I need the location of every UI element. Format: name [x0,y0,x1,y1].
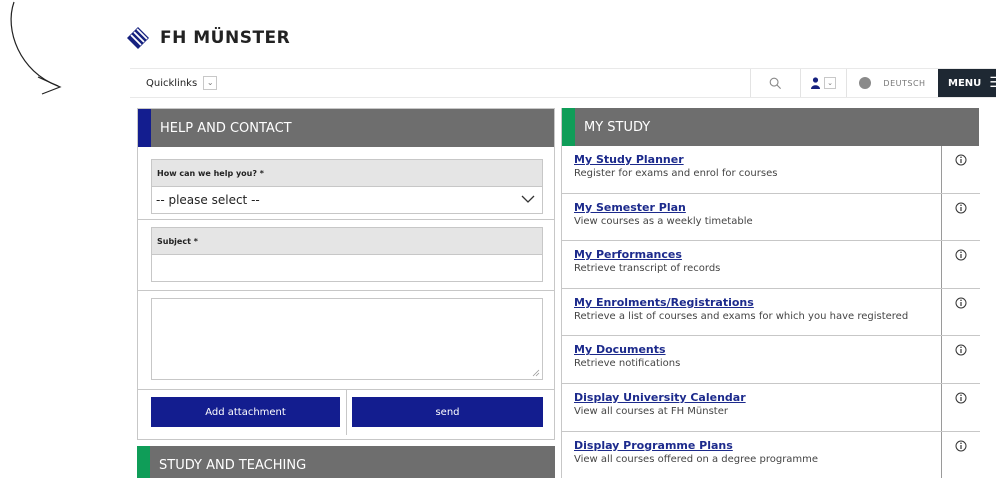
semester-plan-link[interactable]: My Semester Plan [574,201,936,214]
item-description: View courses as a weekly timetable [574,215,753,227]
item-description: Retrieve transcript of records [574,263,721,275]
message-textarea[interactable] [151,298,543,380]
list-item: My Study Planner Register for exams and … [562,146,980,194]
help-contact-panel: HELP AND CONTACT How can we help you? * … [137,108,555,440]
button-divider [346,389,347,435]
topic-select-value: -- please select -- [156,193,260,207]
arrow-doodle-icon [10,1,62,95]
item-description: Retrieve notifications [574,358,681,370]
documents-link[interactable]: My Documents [574,343,936,356]
panel-accent-bar [562,108,575,146]
chevron-down-icon: ⌄ [203,76,218,90]
panel-accent-bar [138,109,151,147]
list-item: My Documents Retrieve notifications [562,336,980,384]
top-navbar: Quicklinks ⌄ ⌄ DEUTSCH MENU ☰ [130,68,996,98]
list-item: My Performances Retrieve transcript of r… [562,241,980,289]
study-planner-link[interactable]: My Study Planner [574,153,936,166]
info-button[interactable] [941,383,980,431]
info-button[interactable] [941,146,980,193]
list-item: Display University Calendar View all cou… [562,383,980,432]
my-study-list: My Study Planner Register for exams and … [562,146,980,478]
add-attachment-button[interactable]: Add attachment [151,397,340,427]
info-button[interactable] [941,193,980,241]
user-menu-button[interactable]: ⌄ [800,69,846,97]
info-icon [955,249,967,261]
info-button[interactable] [941,241,980,288]
info-icon [955,202,967,214]
info-icon [955,297,967,309]
university-calendar-link[interactable]: Display University Calendar [574,391,936,404]
item-description: Retrieve a list of courses and exams for… [574,310,909,322]
info-button[interactable] [941,431,980,478]
navbar-actions: ⌄ DEUTSCH MENU ☰ [750,69,996,97]
brand-logo[interactable]: FH MÜNSTER [126,26,290,50]
hamburger-icon: ☰ [989,75,996,91]
chevron-down-icon [521,195,535,203]
quicklinks-dropdown[interactable]: Quicklinks ⌄ [146,69,218,97]
topic-label: How can we help you? * [151,159,543,187]
subject-input[interactable] [151,254,543,282]
search-icon [769,77,782,89]
help-contact-title: HELP AND CONTACT [160,120,292,136]
item-description: View all courses at FH Münster [574,405,728,417]
programme-plans-link[interactable]: Display Programme Plans [574,439,936,452]
send-button[interactable]: send [352,397,543,427]
info-icon [955,154,967,166]
resize-handle-icon[interactable] [532,369,540,377]
search-button[interactable] [750,69,800,97]
topic-select[interactable]: -- please select -- [151,186,543,214]
list-item: My Enrolments/Registrations Retrieve a l… [562,288,980,337]
item-description: Register for exams and enrol for courses [574,168,778,179]
study-teaching-title: STUDY AND TEACHING [159,457,307,473]
list-item: My Semester Plan View courses as a weekl… [562,193,980,242]
study-teaching-panel: STUDY AND TEACHING [137,446,555,478]
study-teaching-header[interactable]: STUDY AND TEACHING [137,446,555,478]
my-study-title: MY STUDY [584,119,651,135]
my-study-panel: MY STUDY My Study Planner Register for e… [561,108,980,478]
divider [138,219,554,220]
subject-label: Subject * [151,227,543,255]
info-icon [955,392,967,404]
enrolments-link[interactable]: My Enrolments/Registrations [574,296,936,309]
user-icon [811,77,820,89]
language-switch[interactable]: DEUTSCH [846,69,938,97]
my-study-header: MY STUDY [562,108,979,146]
panel-accent-bar [137,446,150,478]
brand-name: FH MÜNSTER [160,28,291,48]
info-icon [955,440,967,452]
info-button[interactable] [941,288,980,336]
menu-button[interactable]: MENU ☰ [938,69,996,97]
language-label: DEUTSCH [883,78,926,88]
logo-diamond-icon [127,27,149,49]
menu-label: MENU [948,77,982,89]
item-description: View all courses offered on a degree pro… [574,453,819,465]
list-item: Display Programme Plans View all courses… [562,431,980,478]
help-contact-header: HELP AND CONTACT [138,109,554,147]
chevron-down-icon: ⌄ [824,77,836,89]
quicklinks-label: Quicklinks [146,77,198,89]
performances-link[interactable]: My Performances [574,248,936,261]
globe-icon [859,77,872,89]
info-button[interactable] [941,336,980,383]
info-icon [955,344,967,356]
divider [138,290,554,291]
